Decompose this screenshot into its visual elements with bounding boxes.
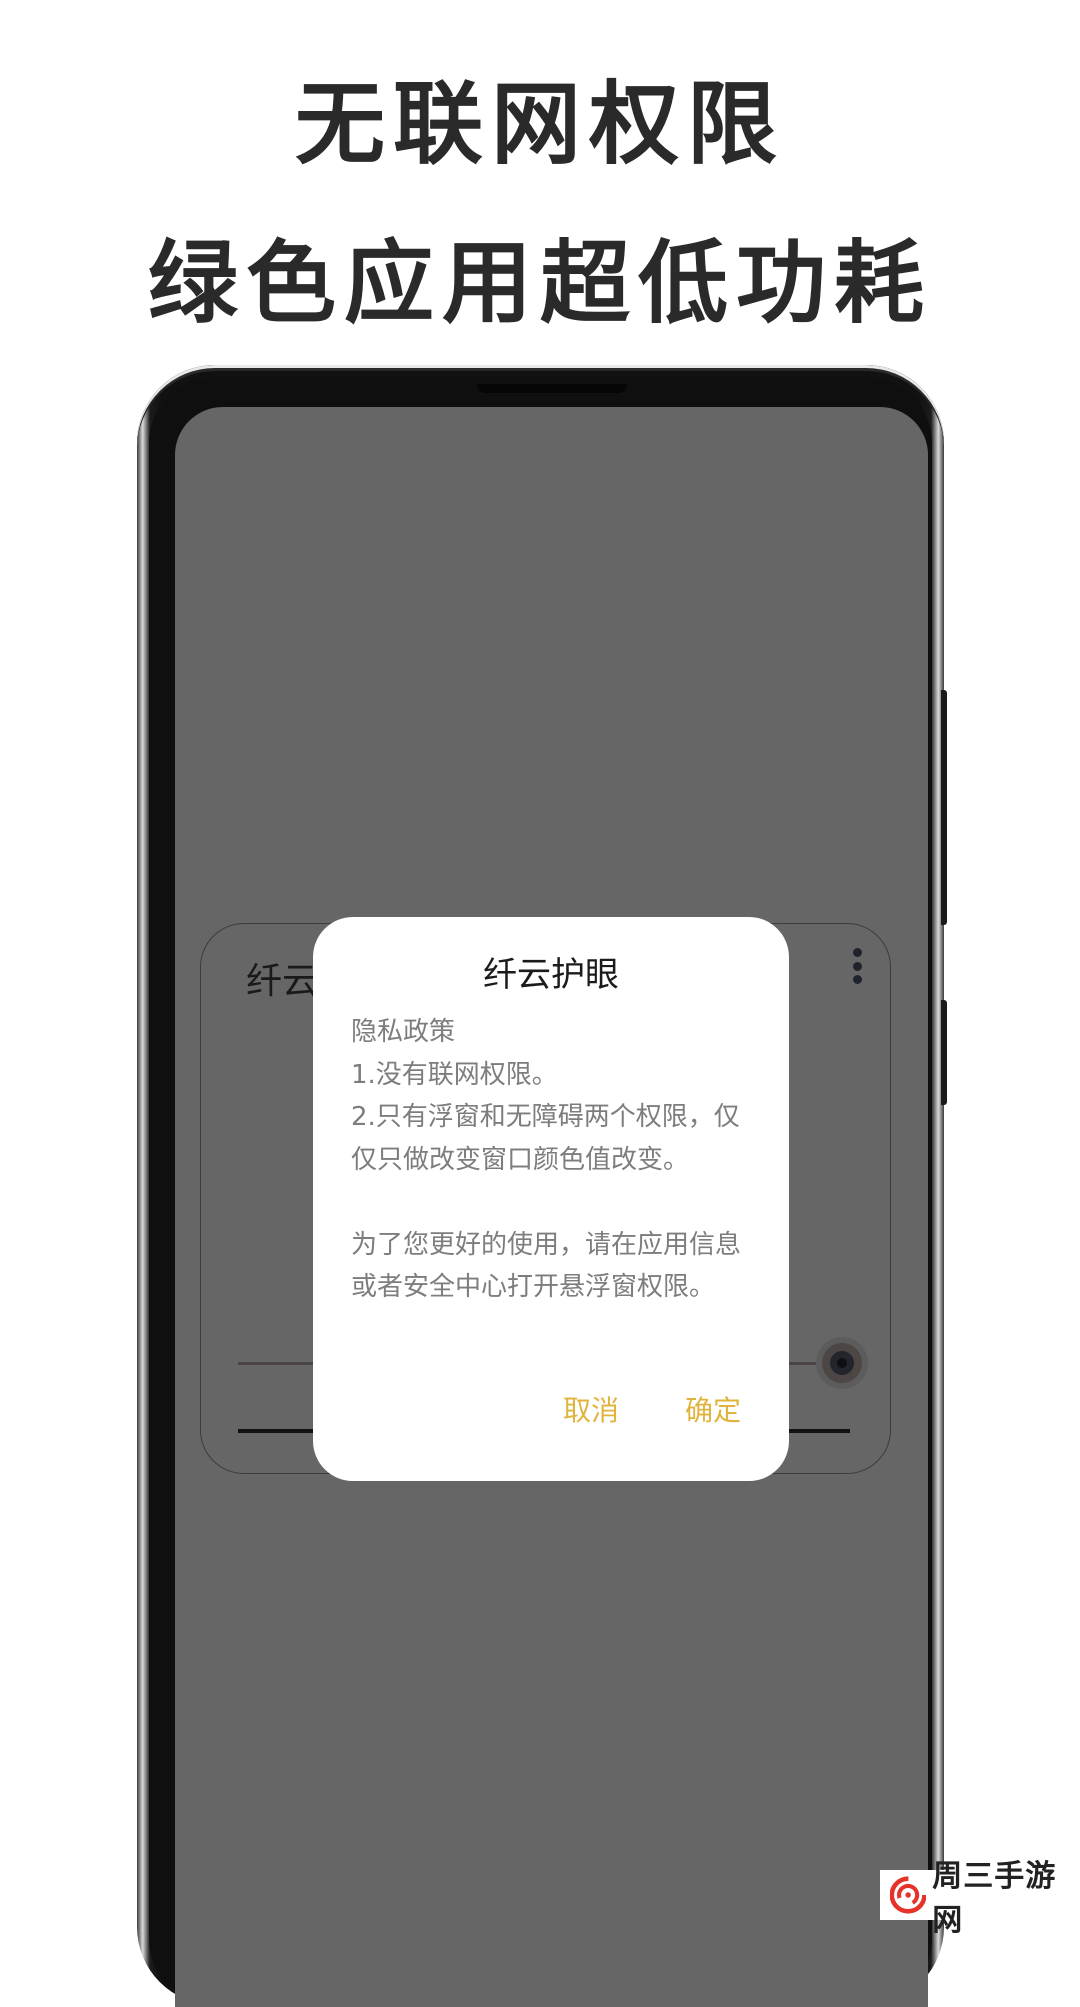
volume-button [941,690,947,925]
swirl-logo-icon [890,1876,927,1914]
privacy-dialog: 纤云护眼 隐私政策 1.没有联网权限。 2.只有浮窗和无障碍两个权限，仅仅只做改… [313,917,789,1481]
more-vertical-icon[interactable] [852,948,862,984]
phone-bezel: 纤云护眼 纤云护眼 隐私政策 1.没有联网权限。 2.只有浮窗和无障碍两个权限，… [149,377,932,2007]
dialog-actions: 取消 确定 [563,1389,741,1429]
speaker-slot [477,384,627,393]
confirm-button[interactable]: 确定 [685,1389,741,1429]
phone-frame: 纤云护眼 纤云护眼 隐私政策 1.没有联网权限。 2.只有浮窗和无障碍两个权限，… [137,365,947,2007]
phone-screen: 纤云护眼 纤云护眼 隐私政策 1.没有联网权限。 2.只有浮窗和无障碍两个权限，… [175,407,928,2007]
watermark: 周三手游网 [880,1859,1080,1938]
watermark-text: 周三手游网 [932,1859,1057,1938]
slider-thumb[interactable] [816,1337,868,1389]
headline-line-2: 绿色应用超低功耗 [148,231,932,336]
power-button [941,1000,947,1105]
dialog-title: 纤云护眼 [483,955,619,995]
headline-line-1: 无联网权限 [295,72,785,177]
cancel-button[interactable]: 取消 [563,1389,619,1429]
dialog-body: 隐私政策 1.没有联网权限。 2.只有浮窗和无障碍两个权限，仅仅只做改变窗口颜色… [351,1017,742,1302]
